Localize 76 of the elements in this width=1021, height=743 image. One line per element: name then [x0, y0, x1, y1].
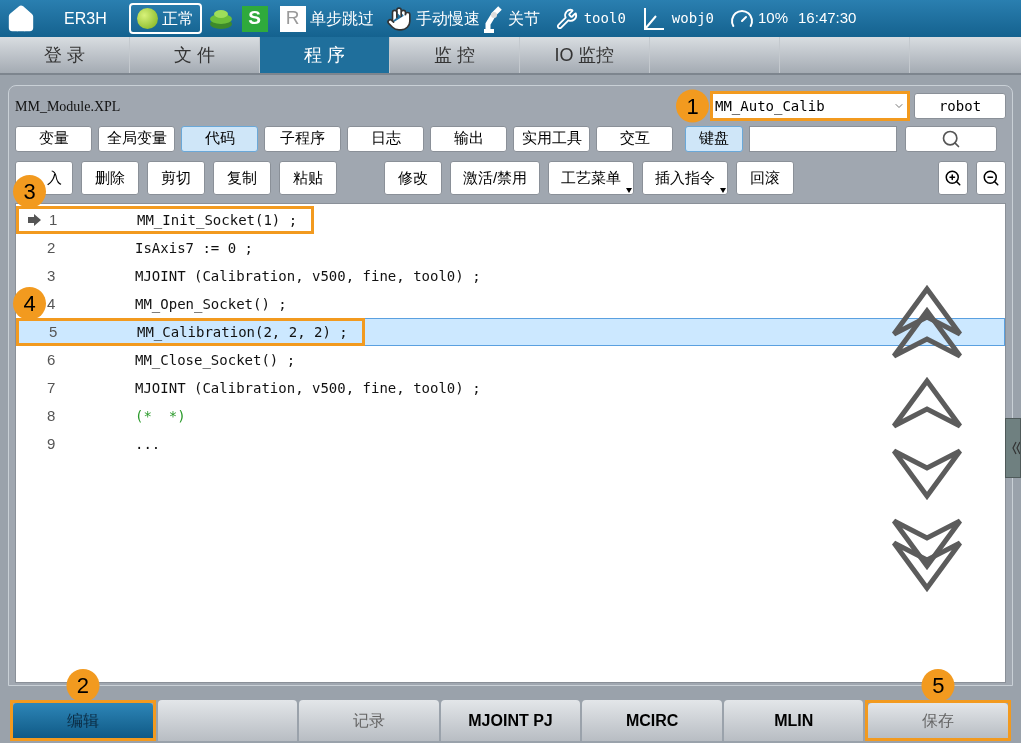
edit-button[interactable]: 删除 [81, 161, 139, 195]
main-tab[interactable]: IO 监控 [520, 37, 650, 73]
edit-button[interactable]: 工艺菜单 [548, 161, 635, 195]
edit-button[interactable]: 复制 [213, 161, 271, 195]
tool-label: tool0 [583, 9, 626, 28]
scroll-down-icon[interactable] [891, 446, 963, 502]
edit-button[interactable]: 插入指令 [642, 161, 729, 195]
code-text: MJOINT (Calibration, v500, fine, tool0) ; [135, 378, 481, 398]
line-number: 8 [47, 405, 57, 426]
code-text: IsAxis7 := 0 ; [135, 238, 253, 258]
view-tab[interactable]: 代码 [181, 125, 258, 152]
search-icon [941, 128, 961, 149]
edit-button[interactable]: 激活/禁用 [450, 161, 541, 195]
function-button[interactable]: MJOINT PJ [440, 700, 581, 741]
robot-name: ER3H [64, 8, 107, 29]
edit-button[interactable]: 剪切 [147, 161, 205, 195]
view-tab[interactable]: 子程序 [264, 125, 341, 152]
line-number: 9 [47, 433, 57, 454]
speed-mode-label: 手动慢速 [415, 8, 480, 29]
hand-icon[interactable] [385, 5, 412, 32]
axes-icon[interactable] [641, 5, 666, 32]
line-number: 3 [47, 265, 57, 286]
side-collapse-tab[interactable] [1005, 418, 1021, 478]
search-button[interactable] [905, 125, 997, 152]
main-tab[interactable]: 程 序 [260, 37, 390, 73]
view-tab[interactable]: 输出 [430, 125, 507, 152]
coordinate-label: 关节 [507, 8, 540, 29]
view-tab[interactable]: 全局变量 [98, 125, 175, 152]
callout-badge: 4 [13, 287, 46, 320]
speed-percent: 10% [758, 8, 789, 29]
file-name: MM_Module.XPL [15, 97, 121, 116]
function-button[interactable]: MLIN [723, 700, 864, 741]
line-number: 7 [47, 377, 57, 398]
view-tab[interactable]: 日志 [347, 125, 424, 152]
zoom-out-button[interactable] [976, 161, 1006, 195]
edit-button[interactable]: 回滚 [736, 161, 795, 195]
line-number: 2 [47, 237, 57, 258]
zoom-in-icon [944, 169, 962, 187]
callout-badge: 1 [676, 89, 709, 123]
dropdown-corner-icon [626, 188, 633, 193]
code-text: (* *) [135, 406, 186, 426]
main-tab[interactable]: 监 控 [390, 37, 520, 73]
clock-time: 16:47:30 [798, 8, 857, 29]
code-text: MJOINT (Calibration, v500, fine, tool0) ; [135, 266, 481, 286]
view-tab[interactable]: 实用工具 [513, 125, 590, 152]
code-text: MM_Open_Socket() ; [135, 294, 287, 315]
line-number: 5 [49, 321, 59, 342]
view-tab[interactable]: 变量 [15, 125, 92, 152]
code-text: MM_Close_Socket() ; [135, 350, 296, 371]
callout-badge: 3 [13, 175, 46, 208]
dropdown-corner-icon [720, 188, 727, 193]
status-button[interactable]: 正常 [128, 3, 202, 34]
status-light-icon [136, 8, 158, 29]
line-number: 4 [47, 293, 57, 314]
search-field[interactable] [749, 125, 897, 152]
line-number: 1 [49, 209, 59, 230]
wrench-icon[interactable] [555, 7, 578, 30]
code-text: ... [135, 434, 161, 454]
edit-button[interactable]: 粘贴 [279, 161, 337, 195]
module-select[interactable]: MM_Auto_Calib [713, 94, 907, 118]
work-object-label: wobj0 [671, 9, 714, 28]
line-number: 6 [47, 349, 57, 370]
main-tab[interactable]: 登 录 [0, 37, 130, 73]
code-text: MM_Calibration(2, 2, 2) ; [137, 322, 348, 343]
zoom-in-button[interactable] [938, 161, 968, 195]
keyboard-button[interactable]: 键盘 [685, 125, 743, 152]
zoom-out-icon [982, 169, 1000, 187]
robot-button[interactable]: robot [914, 93, 1006, 119]
scroll-to-bottom-icon[interactable] [891, 516, 963, 594]
code-text: MM_Init_Socket(1) ; [137, 210, 298, 231]
double-chevron-icon [1012, 441, 1020, 455]
home-icon[interactable] [6, 3, 36, 34]
function-button[interactable]: MCIRC [582, 700, 722, 741]
edit-button[interactable]: 修改 [384, 161, 442, 195]
view-tab[interactable]: 交互 [596, 125, 673, 152]
step-mode-label: 单步跳过 [309, 8, 374, 29]
